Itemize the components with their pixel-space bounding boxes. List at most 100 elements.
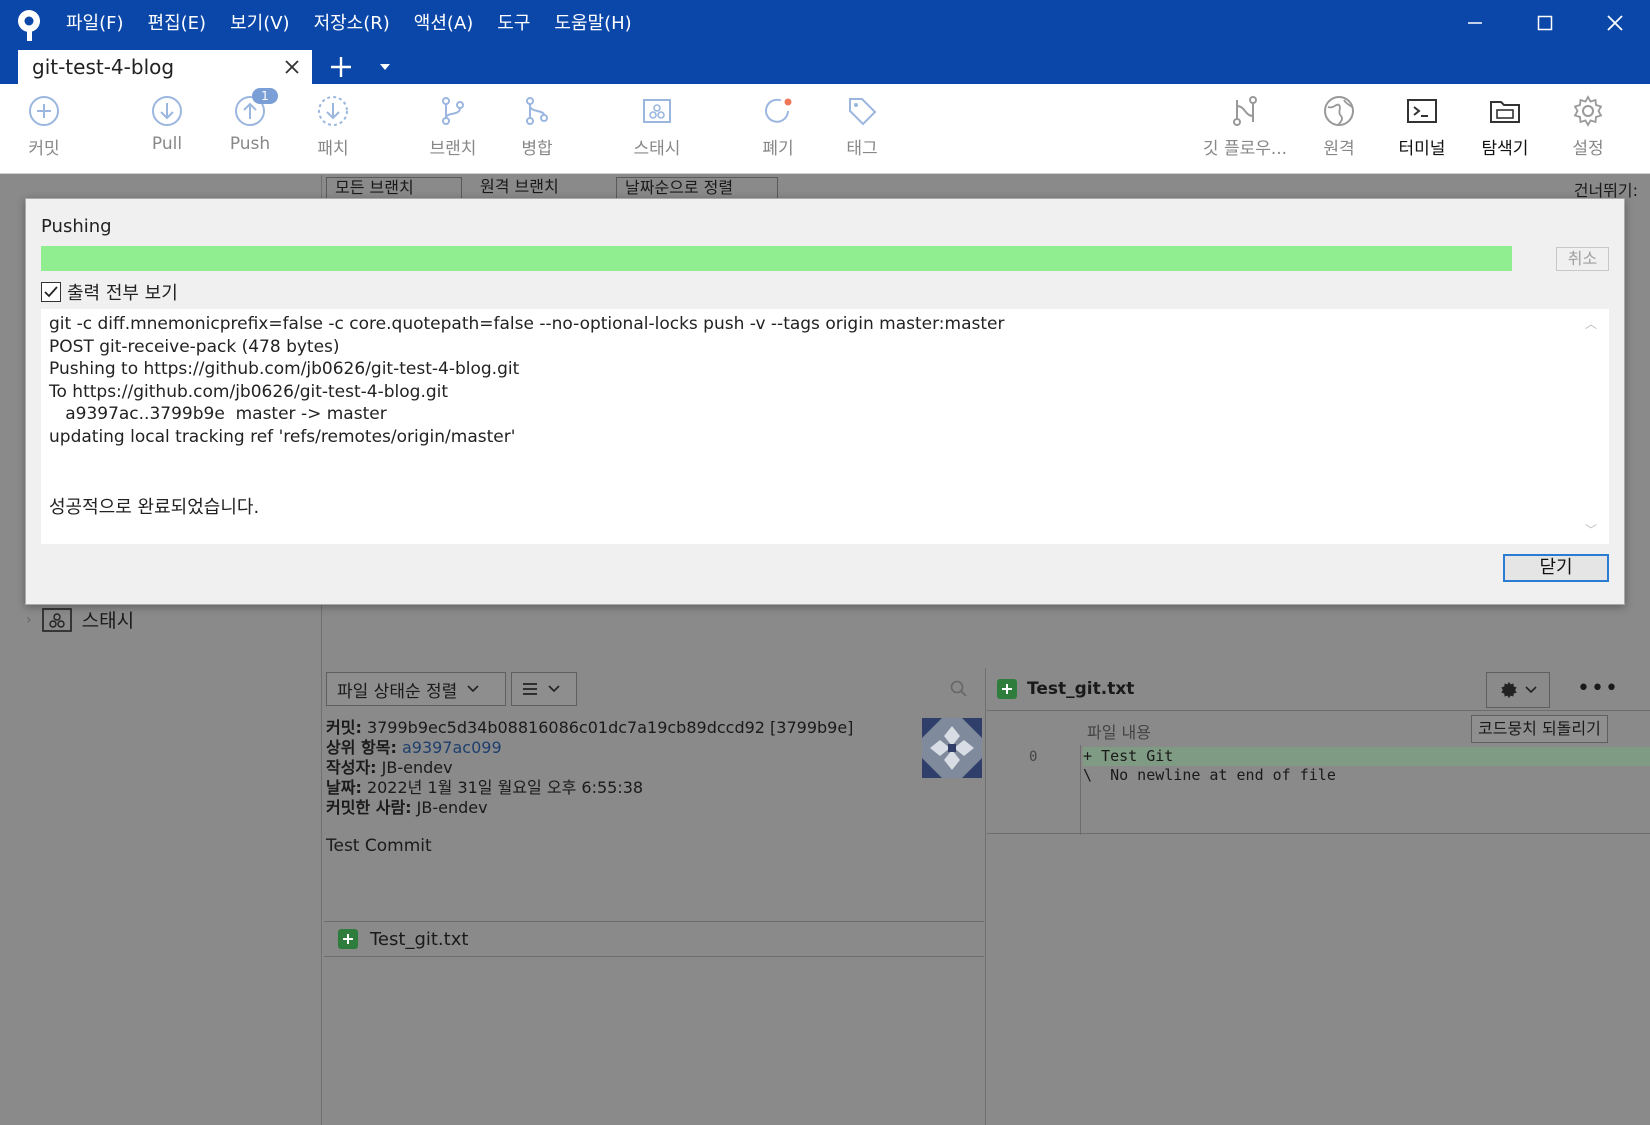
menu-repository[interactable]: 저장소(R) [314, 10, 390, 38]
maximize-icon [1537, 15, 1553, 31]
output-line: POST git-receive-pack (478 bytes) [49, 336, 340, 357]
output-log[interactable]: git -c diff.mnemonicprefix=false -c core… [41, 309, 1609, 544]
cancel-button[interactable]: 취소 [1556, 247, 1609, 271]
output-line: To https://github.com/jb0626/git-test-4-… [49, 381, 449, 402]
branch-filter-dropdown[interactable]: 모든 브랜치 [326, 177, 462, 199]
merge-icon [526, 97, 548, 125]
merge-button[interactable]: 병합 [497, 94, 577, 168]
diff-header: Test_git.txt [987, 668, 1650, 710]
branch-icon [442, 97, 464, 125]
window-controls [1440, 0, 1650, 46]
commit-details-panel: 파일 상태순 정렬 커밋: 3799b9ec5d34b08816086c01dc… [322, 668, 986, 1125]
diff-no-newline-line: \ No newline at end of file [1083, 766, 1336, 784]
menu-file[interactable]: 파일(F) [66, 10, 124, 38]
show-output-label: 출력 전부 보기 [67, 283, 178, 304]
diff-gutter: 0 [987, 745, 1081, 835]
sidebar-stash-label: 스태시 [81, 610, 135, 632]
search-icon[interactable] [950, 680, 968, 698]
sourcetree-logo-icon [18, 10, 40, 41]
diff-panel: Test_git.txt ••• 파일 내용 코드뭉치 되돌리기 0 + Tes… [987, 668, 1650, 1125]
pull-button[interactable]: Pull [127, 94, 207, 168]
scroll-down-icon[interactable]: ﹀ [1585, 521, 1597, 538]
minimize-button[interactable] [1440, 0, 1510, 46]
gitflow-icon [1233, 96, 1257, 126]
diff-line-number: 0 [1029, 749, 1038, 765]
committer-name: JB-endev [416, 798, 488, 817]
commit-add-icon [29, 96, 59, 126]
stash-icon [41, 607, 72, 632]
close-button[interactable]: 닫기 [1503, 554, 1609, 582]
diff-file-name: Test_git.txt [1027, 679, 1135, 699]
dialog-title: Pushing [41, 216, 112, 237]
view-mode-dropdown[interactable] [511, 672, 577, 706]
push-button[interactable]: 1 Push [210, 88, 290, 168]
patch-button[interactable]: 패치 [293, 94, 373, 168]
push-count-badge: 1 [252, 88, 278, 104]
gear-icon [1573, 95, 1603, 127]
remote-button[interactable]: 원격 [1299, 94, 1379, 168]
success-message: 성공적으로 완료되었습니다. [49, 497, 260, 518]
tag-icon [849, 98, 877, 126]
stash-button[interactable]: 스태시 [617, 94, 697, 168]
commit-date: 2022년 1월 31일 월요일 오후 6:55:38 [366, 778, 644, 797]
parent-hash-link[interactable]: a9397ac099 [402, 738, 502, 757]
discard-button[interactable]: 폐기 [738, 94, 818, 168]
maximize-button[interactable] [1510, 0, 1580, 46]
push-progress-dialog: Pushing 취소 출력 전부 보기 git -c diff.mnemonic… [25, 198, 1625, 605]
tab-list-dropdown[interactable] [372, 54, 398, 80]
toolbar: 커밋 Pull 1 Push 패치 브랜치 병합 스태시 폐기 태그 깃 플로우… [0, 84, 1650, 174]
plus-icon [331, 57, 351, 77]
details-split: 파일 상태순 정렬 커밋: 3799b9ec5d34b08816086c01dc… [322, 668, 1650, 1125]
file-list-item[interactable]: Test_git.txt [324, 921, 984, 957]
caret-down-icon [380, 64, 390, 70]
chevron-down-icon [548, 685, 560, 693]
minimize-icon [1468, 22, 1482, 24]
gear-icon [1501, 681, 1517, 699]
author-name: JB-endev [381, 758, 453, 777]
stash-icon [643, 99, 671, 123]
menu-actions[interactable]: 액션(A) [414, 10, 473, 38]
output-line: Pushing to https://github.com/jb0626/git… [49, 359, 520, 380]
tab-title: git-test-4-blog [32, 55, 175, 79]
diff-options-button[interactable] [1486, 672, 1550, 708]
sort-order-dropdown[interactable]: 날짜순으로 정렬 [616, 177, 778, 199]
sidebar-item-stash[interactable]: › 스태시 [26, 606, 134, 633]
diff-hunk: 파일 내용 코드뭉치 되돌리기 0 + Test Git \ No newlin… [987, 710, 1650, 835]
gitflow-button[interactable]: 깃 플로우... [1200, 94, 1290, 168]
explorer-button[interactable]: 탐색기 [1465, 94, 1545, 168]
revert-hunk-button[interactable]: 코드뭉치 되돌리기 [1471, 715, 1608, 743]
terminal-button[interactable]: 터미널 [1382, 94, 1462, 168]
remote-branches-checkbox[interactable]: 원격 브랜치 [480, 177, 600, 199]
file-sort-dropdown[interactable]: 파일 상태순 정렬 [326, 672, 506, 706]
close-icon [1607, 15, 1623, 31]
more-options-icon[interactable]: ••• [1577, 676, 1619, 701]
close-window-button[interactable] [1580, 0, 1650, 46]
list-icon [523, 683, 537, 695]
tab-row: git-test-4-blog [0, 50, 1650, 84]
globe-icon [1324, 96, 1354, 126]
commit-message: Test Commit [326, 836, 432, 856]
settings-button[interactable]: 설정 [1548, 94, 1628, 168]
tab-repository[interactable]: git-test-4-blog [18, 50, 312, 84]
commit-button[interactable]: 커밋 [4, 94, 84, 168]
folder-icon [1490, 101, 1520, 123]
menu-bar: 파일(F) 편집(E) 보기(V) 저장소(R) 액션(A) 도구 도움말(H) [66, 10, 632, 38]
terminal-icon [1407, 99, 1437, 123]
output-line: git -c diff.mnemonicprefix=false -c core… [49, 314, 1005, 334]
commit-hash: 3799b9ec5d34b08816086c01dc7a19cb89dccd92… [366, 718, 854, 737]
new-tab-button[interactable] [326, 51, 356, 83]
menu-tools[interactable]: 도구 [497, 10, 530, 38]
pull-down-arrow-icon [152, 96, 182, 126]
tag-button[interactable]: 태그 [822, 94, 902, 168]
avatar [922, 718, 982, 778]
diff-content-title: 파일 내용 [1087, 723, 1151, 742]
checkbox-checked-icon[interactable] [41, 282, 61, 302]
show-full-output-checkbox[interactable]: 출력 전부 보기 [41, 279, 178, 305]
menu-view[interactable]: 보기(V) [230, 10, 289, 38]
scroll-up-icon[interactable]: ︿ [1585, 315, 1597, 332]
menu-edit[interactable]: 편집(E) [148, 10, 207, 38]
branch-button[interactable]: 브랜치 [413, 94, 493, 168]
tab-close-icon[interactable] [280, 55, 304, 79]
progress-bar [41, 246, 1512, 271]
menu-help[interactable]: 도움말(H) [554, 10, 631, 38]
